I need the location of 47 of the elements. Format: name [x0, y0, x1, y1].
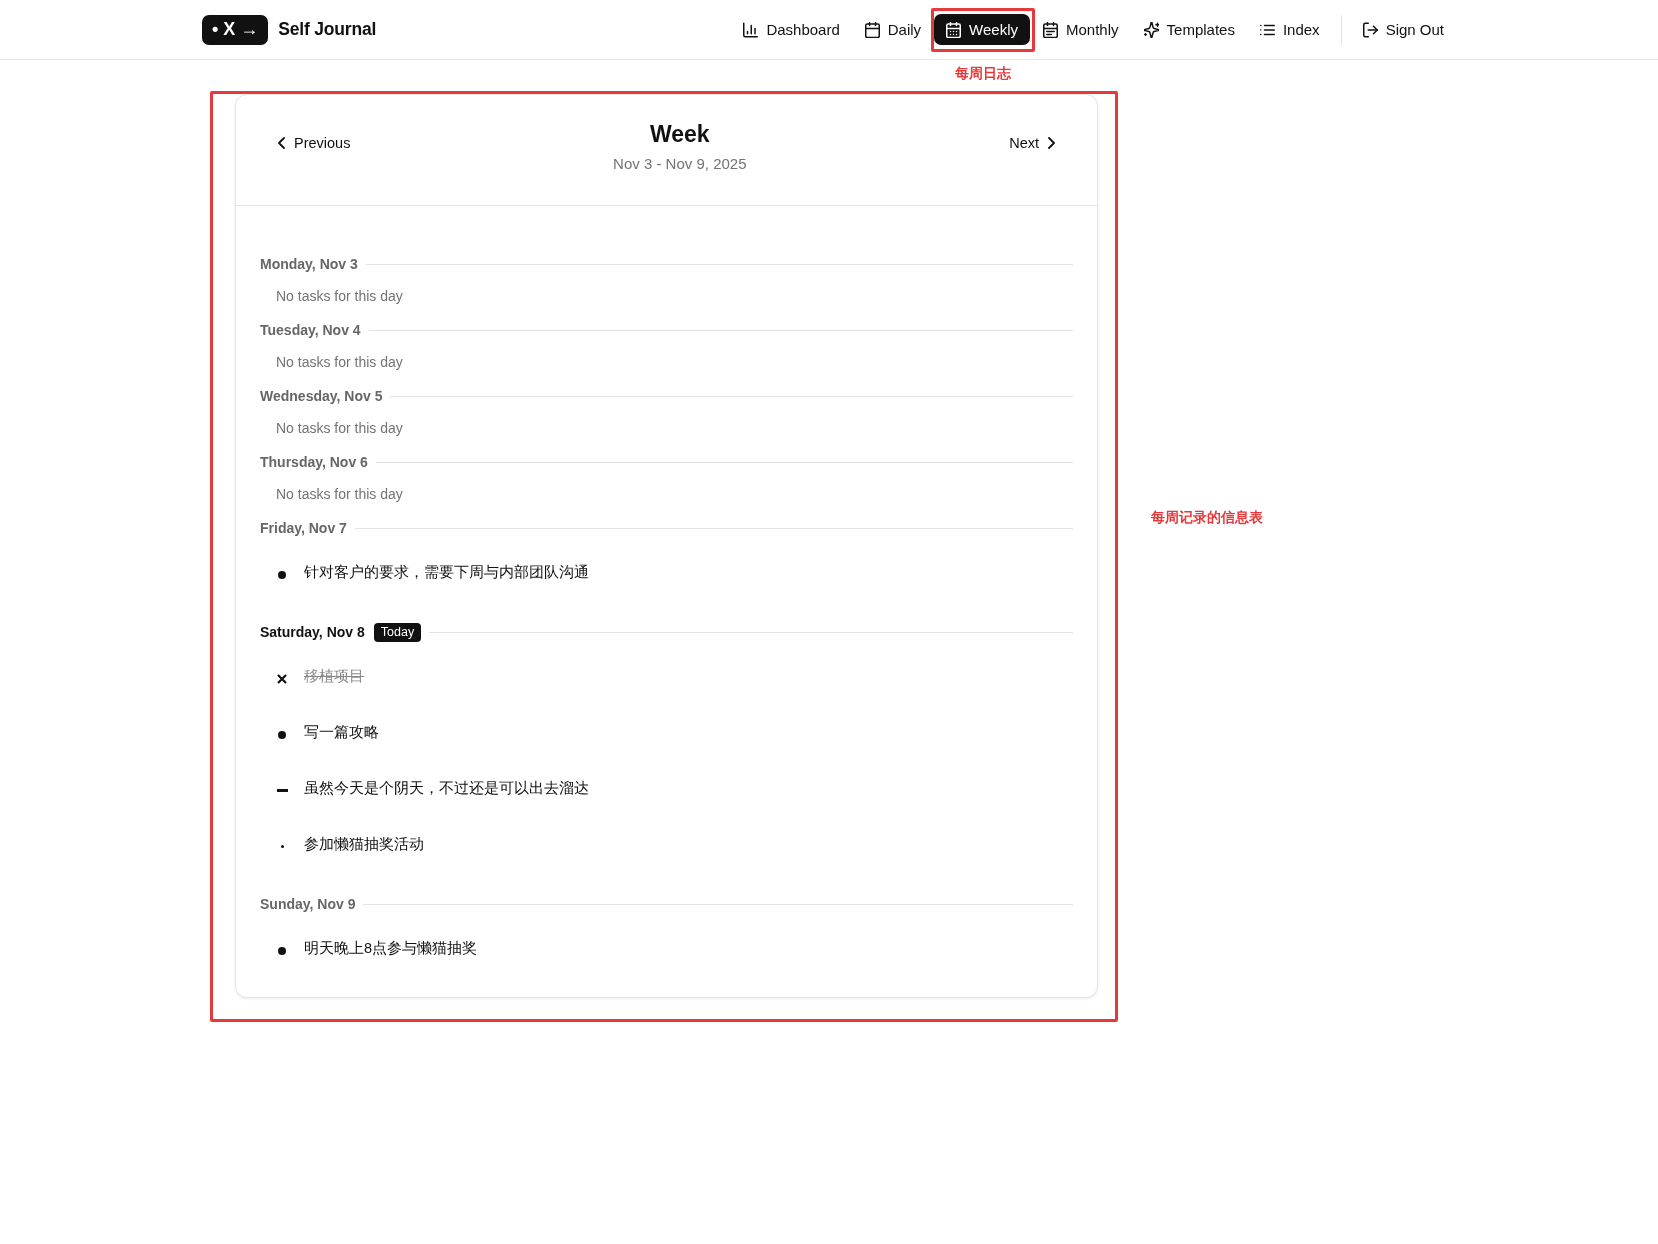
chevron-left-icon [278, 136, 285, 149]
small-dot-icon [280, 845, 284, 848]
week-title: Week [649, 120, 710, 149]
empty-message: No tasks for this day [276, 287, 403, 306]
app-title: Self Journal [278, 19, 377, 40]
nav-tab[interactable]: Weekly [934, 14, 1030, 45]
dash-icon [276, 789, 288, 792]
logo-mark[interactable]: • X → [202, 14, 269, 45]
task-text: 移植项目 [304, 667, 364, 686]
next-button[interactable]: Next [999, 128, 1065, 157]
today-badge: Today [373, 622, 422, 642]
day-heading: Sunday, Nov 9 [260, 896, 356, 912]
calendar-icon [864, 21, 880, 38]
annotation-label: 每周记录的信息表 [1151, 510, 1263, 526]
empty-message: No tasks for this day [276, 419, 403, 438]
previous-button[interactable]: Previous [268, 128, 361, 157]
sign-out-button[interactable]: Sign Out [1350, 14, 1456, 45]
bullet-dot-icon [278, 570, 286, 579]
empty-message: No tasks for this day [276, 353, 403, 372]
task-text: 虽然今天是个阴天，不过还是可以出去溜达 [304, 779, 589, 798]
calendar-lines-icon [1043, 21, 1058, 38]
empty-message: No tasks for this day [276, 485, 403, 504]
calendar-grid-icon [946, 21, 962, 38]
nav-tab[interactable]: Index [1247, 14, 1332, 45]
nav-tab[interactable]: Monthly [1031, 14, 1131, 45]
day-heading: Friday, Nov 7 [260, 520, 347, 536]
logout-icon [1362, 21, 1378, 38]
day-heading: Saturday, Nov 8 [260, 624, 365, 640]
day-heading: Wednesday, Nov 5 [260, 388, 383, 404]
cross-icon [277, 673, 287, 684]
day-heading: Monday, Nov 3 [260, 256, 358, 272]
date-range: Nov 3 - Nov 9, 2025 [613, 154, 747, 174]
annotation-label: 每周日志 [955, 66, 1012, 82]
nav-tab[interactable]: Dashboard [731, 14, 852, 45]
task-text: 写一篇攻略 [304, 723, 379, 742]
task-text: 针对客户的要求，需要下周与内部团队沟通 [304, 563, 589, 582]
bar-chart-icon [743, 21, 759, 38]
bullet-dot-icon [278, 730, 286, 739]
day-heading: Thursday, Nov 6 [260, 454, 368, 470]
nav-tab[interactable]: Daily [852, 14, 934, 45]
bullet-dot-icon [278, 946, 286, 955]
sparkles-icon [1143, 21, 1159, 38]
task-text: 明天晚上8点参与懒猫抽奖 [304, 939, 478, 958]
nav-tab[interactable]: Templates [1131, 14, 1247, 45]
task-text: 参加懒猫抽奖活动 [304, 835, 424, 854]
chevron-right-icon [1048, 136, 1055, 149]
day-heading: Tuesday, Nov 4 [260, 322, 361, 338]
